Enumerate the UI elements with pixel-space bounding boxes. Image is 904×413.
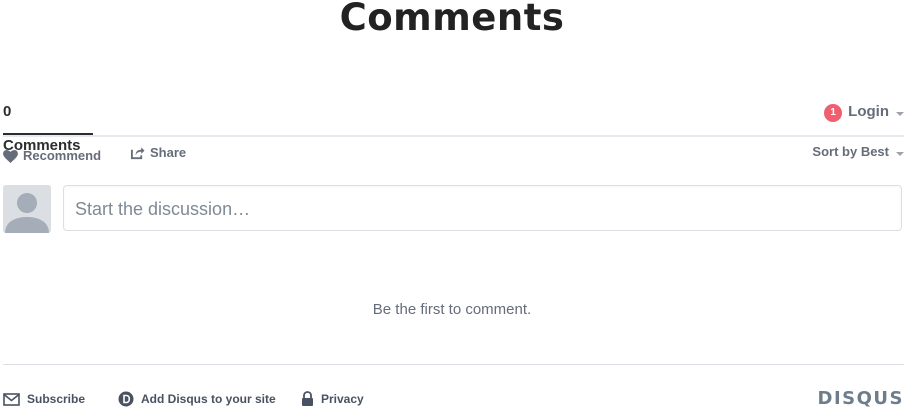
share-label: Share xyxy=(150,145,187,160)
add-disqus-link[interactable]: Add Disqus to your site xyxy=(118,389,276,409)
page-heading: Comments xyxy=(339,0,565,39)
disqus-d-icon xyxy=(118,391,134,407)
sort-label: Sort by Best xyxy=(812,144,889,159)
share-button[interactable]: Share xyxy=(130,140,186,166)
privacy-label: Privacy xyxy=(321,392,364,406)
recommend-button[interactable]: Recommend xyxy=(3,143,101,169)
tab-comment-count[interactable]: 0 Comments xyxy=(3,95,93,154)
share-icon xyxy=(130,147,145,160)
footer-divider xyxy=(3,364,904,365)
sort-dropdown[interactable]: Sort by Best xyxy=(812,139,904,165)
lock-icon xyxy=(302,391,313,406)
envelope-icon xyxy=(3,392,20,406)
discussion-toolbar: Recommend Share Sort by Best xyxy=(3,142,904,168)
login-dropdown[interactable]: 1 Login xyxy=(824,95,904,129)
comments-nav: 0 Comments 1 Login xyxy=(3,95,904,154)
subscribe-label: Subscribe xyxy=(27,392,86,406)
comment-input[interactable]: Start the discussion… xyxy=(63,185,902,231)
chevron-down-icon xyxy=(896,111,904,116)
disqus-logo[interactable]: DISQUS xyxy=(818,387,904,411)
avatar xyxy=(3,185,51,233)
chevron-down-icon xyxy=(896,151,904,156)
recommend-label: Recommend xyxy=(23,148,102,163)
empty-state-message: Be the first to comment. xyxy=(372,301,532,318)
add-disqus-label: Add Disqus to your site xyxy=(141,392,276,406)
subscribe-link[interactable]: Subscribe xyxy=(3,389,85,409)
login-label: Login xyxy=(848,103,889,120)
user-avatar-icon xyxy=(3,185,51,233)
privacy-link[interactable]: Privacy xyxy=(301,389,364,409)
heart-icon xyxy=(3,149,18,163)
notification-badge: 1 xyxy=(824,104,843,122)
